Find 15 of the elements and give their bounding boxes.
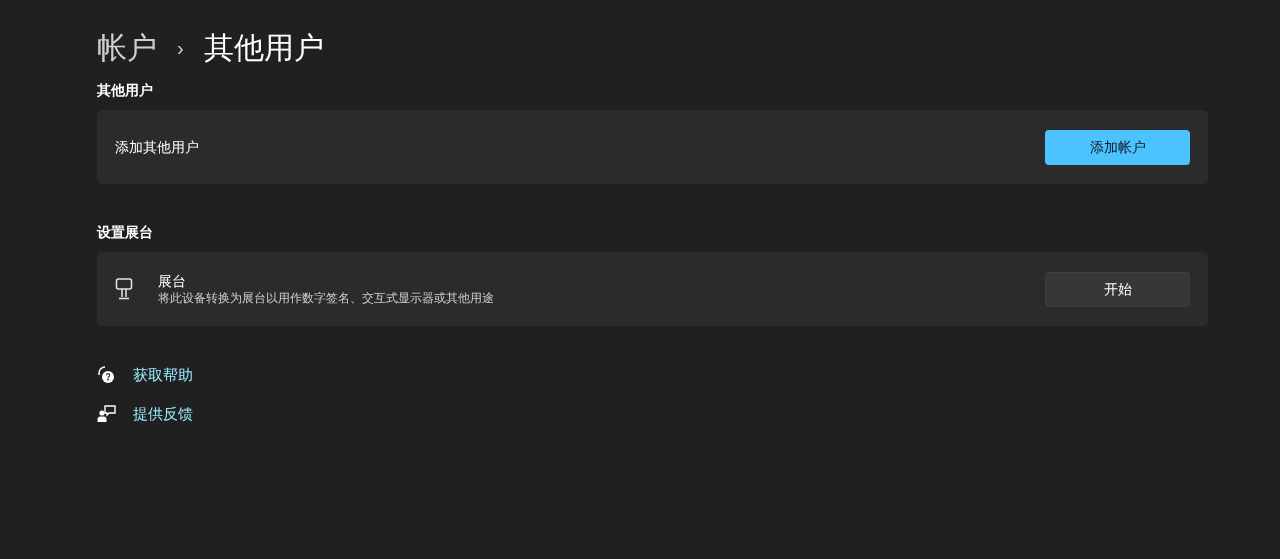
feedback-icon xyxy=(97,404,117,423)
breadcrumb-separator: › xyxy=(177,36,184,61)
help-icon xyxy=(97,366,117,385)
kiosk-icon xyxy=(115,278,133,300)
card-title: 展台 xyxy=(158,272,187,290)
section-heading: 其他用户 xyxy=(97,81,154,100)
card-description: 将此设备转换为展台以用作数字签名、交互式显示器或其他用途 xyxy=(158,290,495,306)
page-title: 其他用户 xyxy=(203,30,324,66)
section-heading: 设置展台 xyxy=(97,223,154,242)
card-button[interactable]: 添加帐户 xyxy=(1045,129,1190,165)
card-title: 添加其他用户 xyxy=(115,138,200,156)
help-link[interactable]: 获取帮助 xyxy=(133,364,193,387)
help-link[interactable]: 提供反馈 xyxy=(133,402,193,425)
breadcrumb-parent[interactable]: 帐户 xyxy=(97,28,157,68)
card-button[interactable]: 开始 xyxy=(1045,271,1190,307)
